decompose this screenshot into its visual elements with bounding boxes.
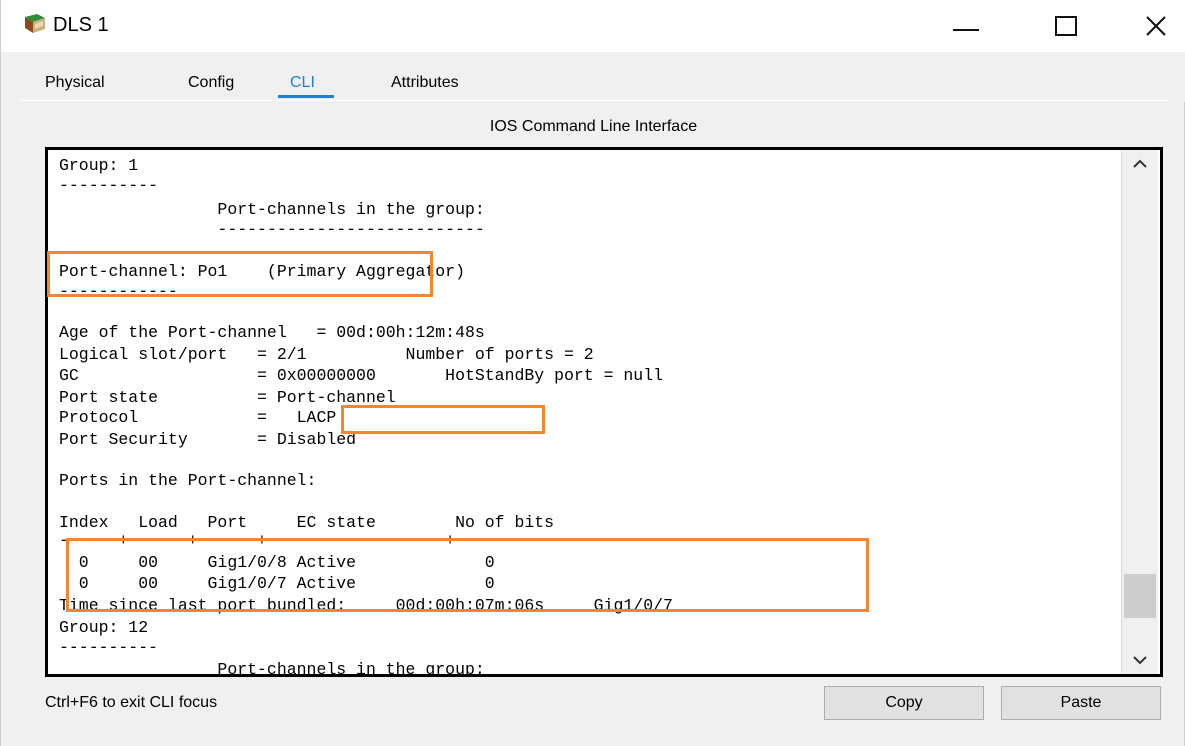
cli-line: Group: 12 [59,618,149,637]
cli-scrollbar[interactable] [1121,150,1158,674]
cli-line: Index Load Port EC state No of bits [59,513,555,532]
maximize-icon [1055,16,1077,36]
cli-line: Port-channel: Po1 (Primary Aggregator) [59,262,465,281]
cli-line: ------------ [59,282,178,301]
minimize-button[interactable] [936,0,996,52]
copy-button[interactable]: Copy [824,686,984,720]
status-text: Ctrl+F6 to exit CLI focus [45,694,218,711]
cli-terminal[interactable]: Group: 1 ---------- Port-channels in the… [45,147,1163,677]
tab-attributes[interactable]: Attributes [391,74,459,92]
cli-line: GC = 0x00000000 HotStandBy port = null [59,366,663,385]
device-window: DLS 1 Physical Config CLI Attributes IOS… [0,0,1185,746]
scroll-thumb[interactable] [1124,574,1156,618]
cli-heading: IOS Command Line Interface [489,118,698,135]
cli-line: Group: 1 [59,156,139,175]
cli-line: Age of the Port-channel = 00d:00h:12m:48… [59,323,485,342]
window-title: DLS 1 [53,14,109,36]
cli-line: Ports in the Port-channel: [59,471,317,490]
cli-line: 0 00 Gig1/0/7 Active 0 [59,574,495,593]
chevron-up-icon [1133,159,1147,168]
cli-line: Port state = Port-channel [59,388,396,407]
title-bar: DLS 1 [1,0,1185,52]
cli-line: Logical slot/port = 2/1 Number of ports … [59,345,594,364]
close-icon [1146,16,1166,36]
scroll-up-button[interactable] [1128,154,1152,174]
cli-line: Time since last port bundled: 00d:00h:07… [59,596,673,615]
tab-cli[interactable]: CLI [290,74,315,92]
minimize-icon [953,29,979,31]
packet-tracer-switch-icon [25,14,45,33]
close-button[interactable] [1126,0,1185,52]
scroll-down-button[interactable] [1128,650,1152,670]
cli-line: ---------- [59,176,159,195]
chevron-down-icon [1133,656,1147,665]
cli-line: 0 00 Gig1/0/8 Active 0 [59,553,495,572]
tab-physical[interactable]: Physical [45,74,105,92]
cli-line: Port-channels in the group: [59,660,485,677]
maximize-button[interactable] [1036,0,1096,52]
tab-config[interactable]: Config [188,74,234,92]
active-tab-indicator [278,95,334,98]
cli-line: ---------- [59,638,159,657]
cli-line: Port-channels in the group: [59,200,485,219]
cli-line: Protocol = LACP [59,408,337,427]
paste-button[interactable]: Paste [1001,686,1161,720]
cli-line: --------------------------- [59,220,485,239]
tab-bar: Physical Config CLI Attributes [1,52,1185,102]
cli-line: ------+------+------+------------------+… [59,531,564,550]
cli-line: Port Security = Disabled [59,430,357,449]
